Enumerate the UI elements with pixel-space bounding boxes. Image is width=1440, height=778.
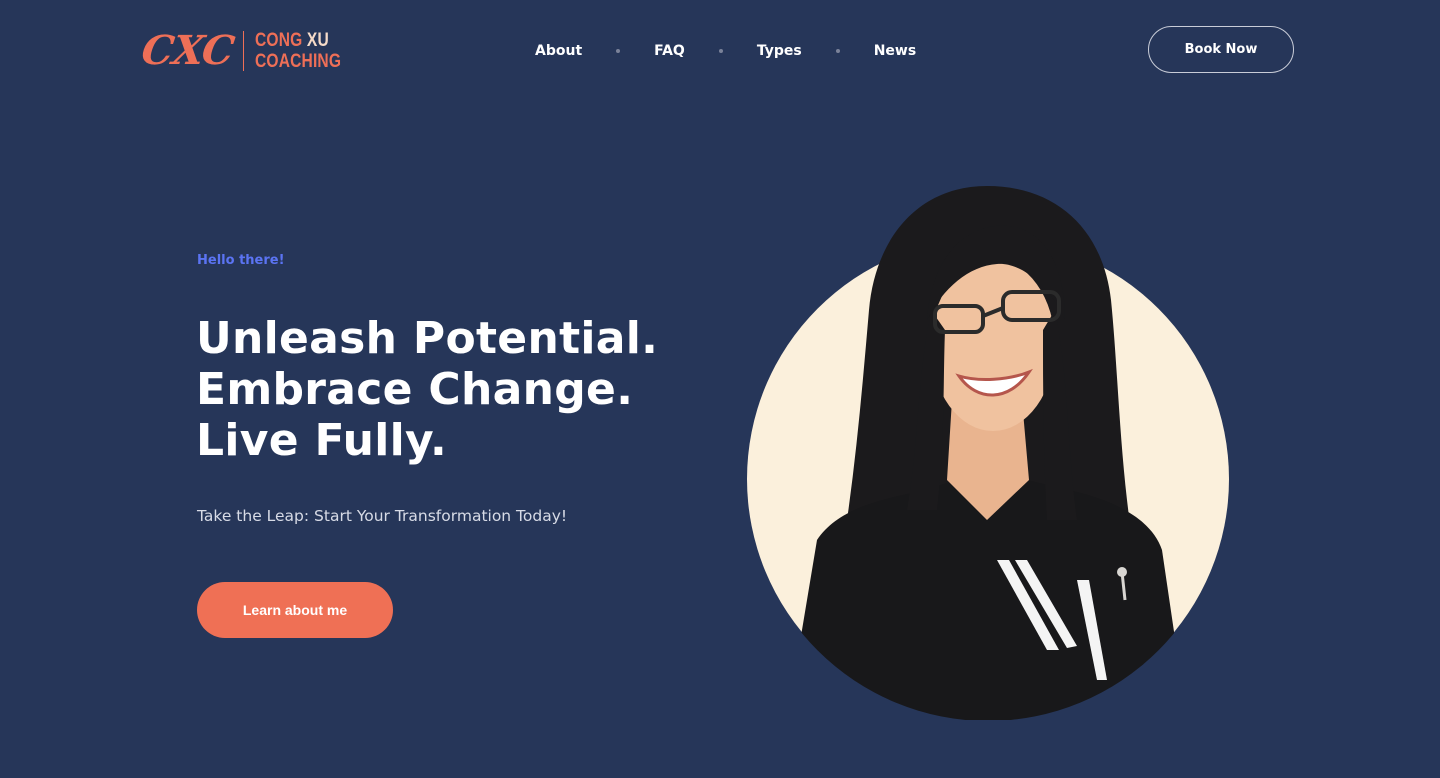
nav-news[interactable]: News (874, 43, 916, 59)
page: CXC CONG XU COACHING About FAQ Types New… (0, 0, 1440, 778)
headline-line-1: Unleash Potential. (196, 313, 659, 364)
hero-subtext: Take the Leap: Start Your Transformation… (197, 507, 568, 525)
headline-line-3: Live Fully. (196, 415, 447, 466)
hero-headline: Unleash Potential. Embrace Change. Live … (196, 313, 658, 466)
coach-portrait-image (787, 186, 1187, 720)
learn-about-me-button[interactable]: Learn about me (197, 582, 393, 638)
logo-xu: XU (306, 30, 329, 51)
logo-line-2: COACHING (255, 51, 342, 72)
nav-about[interactable]: About (535, 43, 582, 59)
nav-types[interactable]: Types (757, 43, 802, 59)
logo-wordmark: CONG XU COACHING (255, 30, 341, 72)
nav-separator-dot (616, 49, 621, 53)
logo-cong: CONG (255, 30, 303, 51)
logo[interactable]: CXC CONG XU COACHING (138, 27, 360, 74)
headline-line-2: Embrace Change. (196, 364, 634, 415)
logo-divider (243, 31, 245, 71)
logo-line-1: CONG XU (255, 30, 341, 51)
logo-mark: CXC (138, 27, 237, 74)
main-nav: About FAQ Types News (535, 40, 916, 62)
nav-faq[interactable]: FAQ (654, 43, 685, 59)
nav-separator-dot (718, 49, 723, 53)
hero-eyebrow: Hello there! (197, 253, 285, 268)
book-now-button[interactable]: Book Now (1148, 26, 1294, 73)
nav-separator-dot (835, 49, 840, 53)
